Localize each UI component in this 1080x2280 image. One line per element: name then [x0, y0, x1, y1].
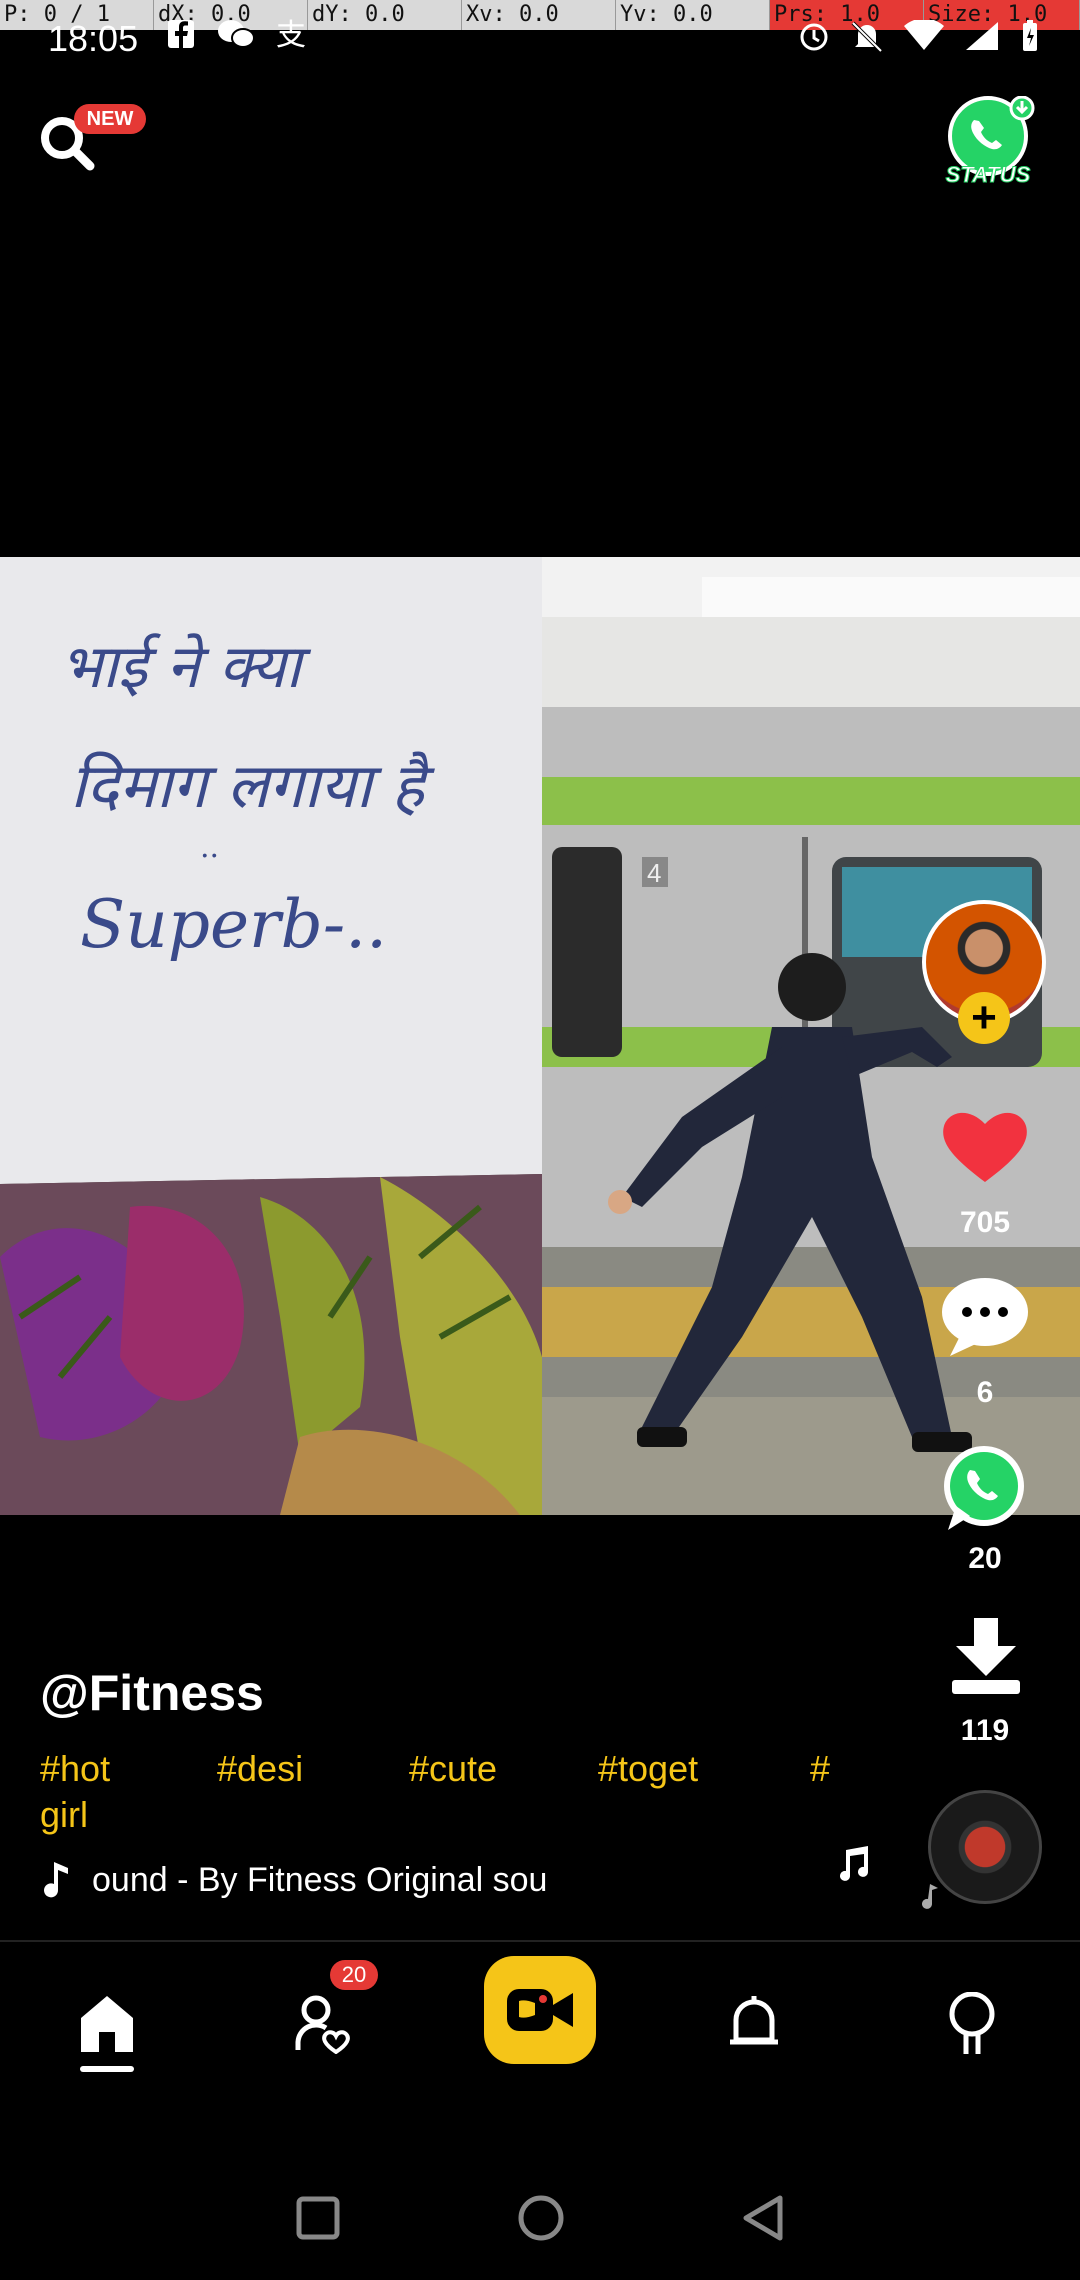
handwriting-line-3: ..	[200, 830, 219, 865]
wifi-icon	[904, 20, 944, 50]
status-system-icons	[798, 20, 1040, 52]
small-note-icon	[918, 1884, 940, 1915]
shares-count: 20	[968, 1542, 1002, 1575]
sound-title: ound - By Fitness Original sou	[92, 1860, 548, 1899]
wechat-icon	[218, 20, 255, 48]
sound-info[interactable]: ound - By Fitness Original sou	[40, 1860, 580, 1900]
handwriting-line-4: Superb-..	[80, 886, 387, 963]
nav-notifications[interactable]	[704, 1984, 804, 2064]
nav-home[interactable]	[57, 1984, 157, 2064]
creator-username[interactable]: @Fitness	[40, 1664, 264, 1722]
debug-yv: Yv: 0.0	[616, 0, 770, 30]
battery-icon	[1023, 20, 1037, 51]
likes-count: 705	[959, 1206, 1011, 1239]
handwriting-line-1: भाई ने क्या	[60, 632, 312, 702]
whatsapp-share-button[interactable]	[938, 1444, 1028, 1534]
user-heart-icon	[295, 1995, 350, 2054]
svg-text:支: 支	[276, 18, 306, 50]
comment-button[interactable]	[940, 1276, 1030, 1356]
whatsapp-status-button[interactable]: STATUS	[940, 95, 1040, 188]
handwriting-line-2: दिमाग लगाया है	[70, 749, 435, 822]
system-navigation-bar	[0, 2150, 1080, 2280]
nav-following[interactable]	[272, 1984, 372, 2064]
sound-disc[interactable]	[928, 1790, 1042, 1904]
downloads-count: 119	[960, 1714, 1010, 1747]
home-circle-icon[interactable]	[517, 2194, 565, 2242]
home-icon	[81, 1996, 133, 2052]
new-badge: NEW	[74, 104, 146, 134]
whatsapp-icon	[944, 1446, 1024, 1530]
following-badge: 20	[330, 1960, 378, 1990]
nav-profile[interactable]	[922, 1984, 1022, 2064]
recents-icon[interactable]	[296, 2196, 340, 2240]
record-video-button[interactable]	[484, 1956, 596, 2064]
debug-xv: Xv: 0.0	[462, 0, 616, 30]
debug-dy: dY: 0.0	[308, 0, 462, 30]
alarm-icon	[800, 23, 828, 51]
music-notes-icon	[840, 1846, 868, 1881]
back-icon[interactable]	[740, 2194, 786, 2242]
download-icon	[952, 1618, 1020, 1694]
train-car-number: 4	[647, 858, 661, 888]
status-label: STATUS	[946, 162, 1031, 186]
video-left-panel: भाई ने क्या दिमाग लगाया है .. Superb-..	[0, 557, 542, 1515]
handwritten-note-image: भाई ने क्या दिमाग लगाया है .. Superb-..	[0, 557, 542, 1515]
hashtag-hot[interactable]: #hot	[40, 1748, 110, 1790]
bell-icon	[730, 1996, 778, 2045]
profile-icon	[949, 1992, 995, 2054]
follow-plus-icon[interactable]: +	[958, 992, 1010, 1044]
hashtag-toget[interactable]: #toget	[598, 1748, 698, 1790]
heart-icon	[943, 1112, 1027, 1182]
hashtag-desi[interactable]: #desi	[217, 1748, 303, 1790]
mute-icon	[851, 21, 883, 52]
alipay-icon: 支	[276, 18, 306, 50]
comment-icon	[942, 1278, 1028, 1356]
nav-divider	[0, 1940, 1080, 1942]
comments-count: 6	[976, 1376, 994, 1409]
music-button[interactable]	[836, 1846, 872, 1887]
status-time: 18:05	[48, 18, 139, 59]
hashtag-truncated[interactable]: #	[810, 1748, 834, 1790]
facebook-icon	[168, 20, 194, 48]
hashtag-cute[interactable]: #cute	[409, 1748, 497, 1790]
video-camera-icon	[507, 1989, 573, 2031]
download-button[interactable]	[950, 1618, 1022, 1698]
music-note-icon	[44, 1862, 68, 1898]
hashtag-girl[interactable]: girl	[40, 1794, 88, 1836]
whatsapp-status-icon: STATUS	[945, 95, 1035, 188]
status-notification-icons: 支	[166, 18, 310, 50]
signal-icon	[966, 22, 998, 50]
like-button[interactable]	[940, 1106, 1030, 1186]
home-active-indicator	[80, 2066, 134, 2072]
